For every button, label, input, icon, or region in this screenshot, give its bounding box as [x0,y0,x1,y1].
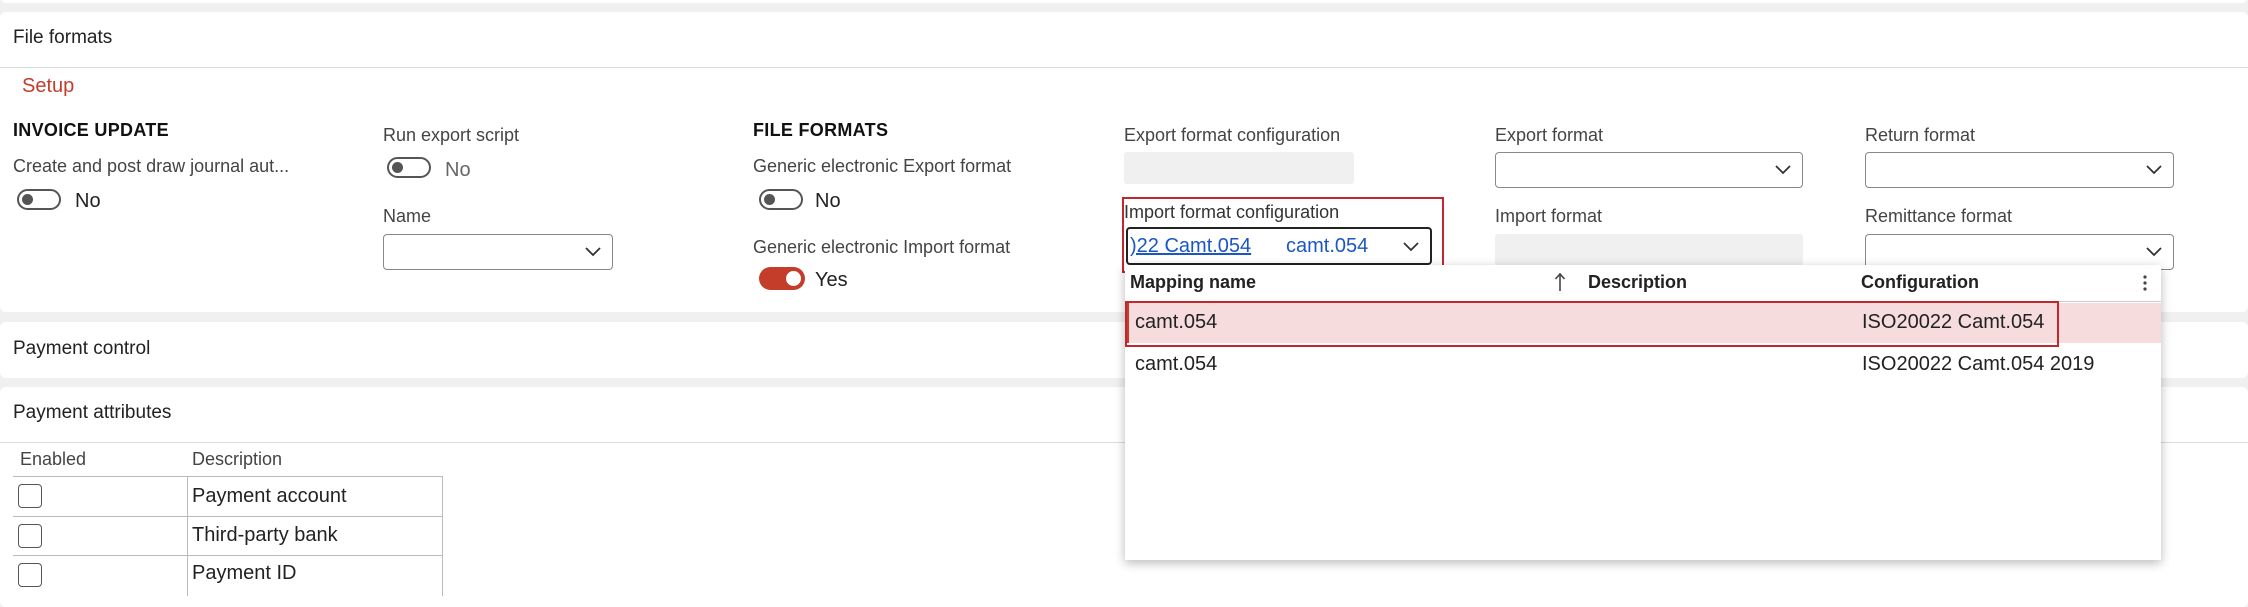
more-vertical-icon[interactable] [2142,273,2148,293]
enabled-checkbox[interactable] [18,524,42,548]
invoice-update-heading: INVOICE UPDATE [13,120,169,140]
setup-link[interactable]: Setup [22,75,74,98]
remittance-format-label: Remittance format [1865,206,2013,226]
section-divider [0,67,2248,68]
import-format-field [1495,234,1803,266]
description-cell: Payment account [192,485,347,507]
description-cell: Payment ID [192,562,297,584]
column-header-enabled[interactable]: Enabled [20,449,86,470]
generic-export-value: No [815,190,841,212]
generic-import-toggle[interactable] [759,267,805,290]
run-export-label: Run export script [383,125,520,145]
export-format-config-label: Export format configuration [1124,125,1341,145]
generic-export-label: Generic electronic Export format [753,156,1012,176]
name-label: Name [383,206,432,226]
generic-export-toggle[interactable] [759,189,803,210]
column-header-description[interactable]: Description [192,449,282,470]
import-config-highlight [1122,197,1444,273]
configuration-cell: ISO20022 Camt.054 2019 [1862,353,2095,375]
import-format-label: Import format [1495,206,1603,226]
chevron-down-icon [585,247,601,257]
grid-line [187,476,188,596]
grid-line [13,555,443,556]
arrow-up-icon[interactable] [1554,271,1566,293]
file-formats-heading: FILE FORMATS [753,120,889,140]
export-format-config-field [1124,152,1354,184]
return-format-label: Return format [1865,125,1976,145]
section-title-file-formats[interactable]: File formats [13,27,112,49]
grid-line [442,476,443,596]
mapping-name-cell: camt.054 [1135,353,1218,375]
grid-line [13,476,443,477]
selected-row-highlight [1125,301,2059,347]
section-title-payment-control[interactable]: Payment control [13,338,150,360]
generic-import-value: Yes [815,269,848,291]
list-item[interactable]: camt.054 ISO20022 Camt.054 2019 [1125,344,2161,384]
grid-line [13,516,443,517]
chevron-down-icon [2146,165,2162,175]
return-format-select[interactable] [1865,152,2174,188]
export-format-label: Export format [1495,125,1604,145]
chevron-down-icon [1775,165,1791,175]
column-header-description[interactable]: Description [1588,272,1687,293]
enabled-checkbox[interactable] [18,563,42,587]
description-cell: Third-party bank [192,524,338,546]
create-post-label: Create and post draw journal aut... [13,156,290,176]
run-export-toggle[interactable] [387,157,431,178]
run-export-value: No [445,159,471,181]
column-header-mapping-name[interactable]: Mapping name [1130,272,1256,293]
chevron-down-icon [2146,247,2162,257]
name-select[interactable] [383,234,613,270]
create-post-value: No [75,190,101,212]
export-format-select[interactable] [1495,152,1803,188]
section-title-payment-attributes[interactable]: Payment attributes [13,402,171,424]
payment-attributes-grid: Enabled Description Payment account Thir… [13,449,443,596]
enabled-checkbox[interactable] [18,484,42,508]
column-header-configuration[interactable]: Configuration [1861,272,1979,293]
previous-section-card [0,0,2248,3]
generic-import-label: Generic electronic Import format [753,237,1011,257]
create-post-toggle[interactable] [17,189,61,210]
